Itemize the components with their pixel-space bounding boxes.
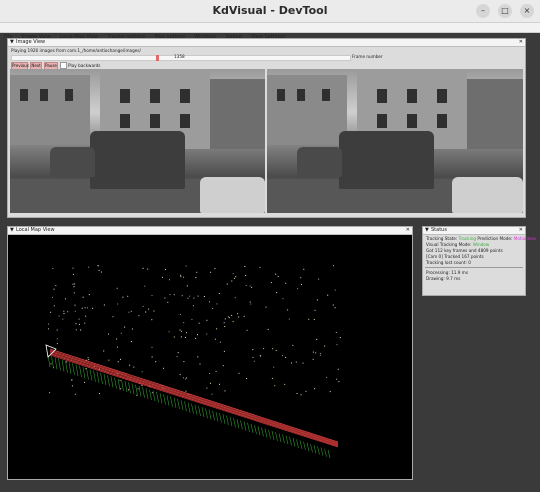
play-backwards-checkbox[interactable]: [60, 62, 67, 69]
visual-tracking-row: Visual Tracking Mode: Window: [426, 242, 489, 247]
collapse-arrow-icon[interactable]: ▼: [425, 227, 429, 234]
close-button[interactable]: ×: [520, 4, 534, 18]
status-divider: [425, 267, 523, 268]
tracking-state-row: Tracking State: Tracking Prediction Mode…: [426, 236, 536, 241]
visual-tracking-value: Window: [472, 242, 490, 247]
status-title: Status: [431, 227, 447, 233]
image-view-header[interactable]: ▼ Image View ✕: [8, 39, 525, 47]
collapse-arrow-icon[interactable]: ▼: [10, 39, 14, 46]
image-view-panel: ▼ Image View ✕ Playing 1926 images from …: [7, 38, 526, 218]
tracking-state-label: Tracking State:: [426, 236, 458, 241]
close-icon[interactable]: ✕: [519, 39, 523, 46]
window-title: KdVisual - DevTool: [212, 4, 328, 17]
window-titlebar: KdVisual - DevTool – □ ×: [0, 0, 540, 23]
local-map-header[interactable]: ▼ Local Map View ✕: [8, 227, 412, 235]
frame-slider-thumb[interactable]: [156, 55, 160, 61]
play-backwards-label: Play backwards: [68, 63, 101, 68]
visual-tracking-label: Visual Tracking Mode:: [426, 242, 472, 247]
close-icon[interactable]: ✕: [519, 227, 523, 234]
processing-line: Processing: 11.9 ms: [426, 270, 469, 275]
tracked-points-line: [Cam 0] Tracked 167 points: [426, 254, 484, 259]
prediction-mode-value: Motionless: [513, 236, 537, 241]
keyframes-line: Got 112 key frames and 4809 points: [426, 248, 503, 253]
drawing-line: Drawing: 9.7 ms: [426, 276, 461, 281]
menu-bar: File Image View Local Map View Tracker o…: [0, 23, 540, 40]
frame-label: Frame number: [352, 54, 383, 59]
camera-frame-left: [10, 69, 265, 213]
local-map-title: Local Map View: [16, 227, 55, 233]
status-panel: ▼ Status ✕ Tracking State: Tracking Pred…: [422, 226, 536, 296]
maximize-button[interactable]: □: [498, 4, 512, 18]
map-canvas[interactable]: [8, 235, 410, 478]
playing-text: Playing 1926 images from com.1_/home/ant…: [11, 48, 141, 53]
minimize-button[interactable]: –: [476, 4, 490, 18]
status-header[interactable]: ▼ Status ✕: [423, 227, 525, 235]
close-icon[interactable]: ✕: [406, 227, 410, 234]
tracking-state-value: Tracking: [458, 236, 477, 241]
local-map-panel: ▼ Local Map View ✕: [7, 226, 413, 480]
frame-value: 1358: [174, 54, 185, 59]
tracking-lost-line: Tracking lost count: 0: [426, 260, 471, 265]
camera-frame-right: [267, 69, 523, 213]
collapse-arrow-icon[interactable]: ▼: [10, 227, 14, 234]
image-view-title: Image View: [16, 39, 46, 45]
prediction-mode-label: Prediction Mode:: [477, 236, 513, 241]
